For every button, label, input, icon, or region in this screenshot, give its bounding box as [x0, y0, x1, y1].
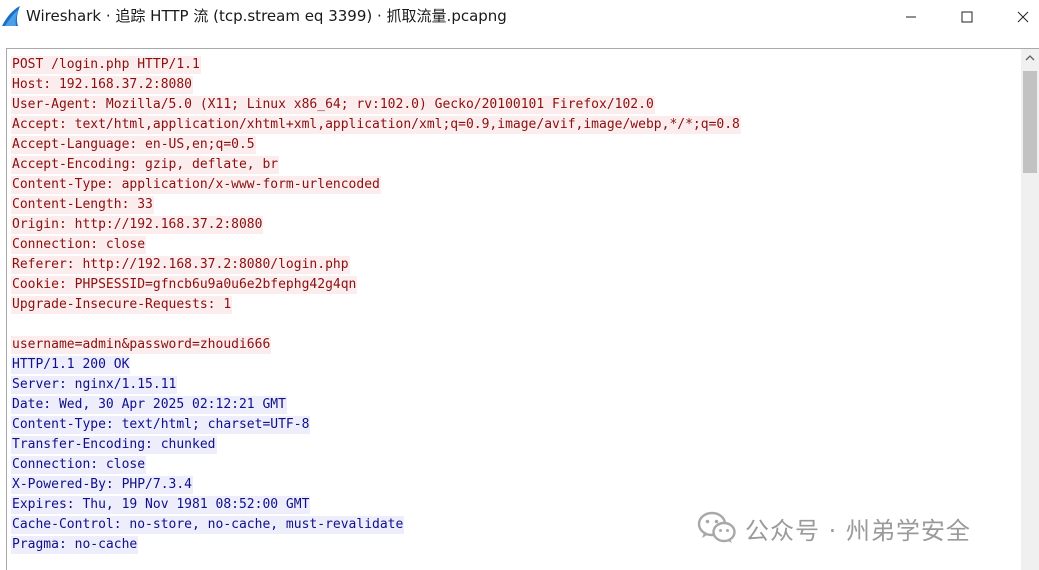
request-header-line: Content-Type: application/x-www-form-url…: [11, 176, 381, 194]
vertical-scrollbar[interactable]: [1021, 49, 1039, 570]
request-header-line: Content-Length: 33: [11, 196, 154, 214]
stream-text-area[interactable]: POST /login.php HTTP/1.1 Host: 192.168.3…: [6, 48, 1039, 570]
request-header-line: Connection: close: [11, 236, 147, 254]
title-bar: Wireshark · 追踪 HTTP 流 (tcp.stream eq 339…: [0, 0, 1039, 34]
close-button[interactable]: [1000, 0, 1039, 34]
request-header-line: Upgrade-Insecure-Requests: 1: [11, 296, 233, 314]
request-header-line: Host: 192.168.37.2:8080: [11, 76, 194, 94]
minimize-button[interactable]: [888, 0, 934, 34]
request-header-line: Cookie: PHPSESSID=gfncb6u9a0u6e2bfephg42…: [11, 276, 358, 294]
stream-content: POST /login.php HTTP/1.1 Host: 192.168.3…: [11, 55, 1021, 555]
response-header-line: Server: nginx/1.15.11: [11, 376, 178, 394]
minimize-icon: [906, 16, 916, 18]
response-header-line: Date: Wed, 30 Apr 2025 02:12:21 GMT: [11, 396, 287, 414]
response-header-line: Transfer-Encoding: chunked: [11, 436, 217, 454]
request-header-line: Accept-Encoding: gzip, deflate, br: [11, 156, 280, 174]
window-title: Wireshark · 追踪 HTTP 流 (tcp.stream eq 339…: [26, 7, 507, 25]
request-blank-line: [11, 315, 1021, 335]
request-header-line: Origin: http://192.168.37.2:8080: [11, 216, 264, 234]
request-header-line: Accept: text/html,application/xhtml+xml,…: [11, 116, 741, 134]
response-header-line: HTTP/1.1 200 OK: [11, 356, 131, 374]
watermark-text: 公众号 · 州弟学安全: [745, 516, 971, 545]
wechat-icon: [697, 511, 736, 543]
request-header-line: Accept-Language: en-US,en;q=0.5: [11, 136, 256, 154]
response-header-line: Content-Type: text/html; charset=UTF-8: [11, 416, 311, 434]
request-header-line: POST /login.php HTTP/1.1: [11, 56, 201, 74]
maximize-button[interactable]: [944, 0, 990, 34]
request-header-line: User-Agent: Mozilla/5.0 (X11; Linux x86_…: [11, 96, 655, 114]
wireshark-fin-icon: [2, 6, 20, 26]
watermark: 公众号 · 州弟学安全: [697, 508, 1017, 548]
request-header-line: Referer: http://192.168.37.2:8080/login.…: [11, 256, 350, 274]
maximize-icon: [961, 11, 973, 23]
chevron-up-icon: [1025, 55, 1035, 61]
close-icon: [1017, 11, 1029, 23]
client-request: POST /login.php HTTP/1.1 Host: 192.168.3…: [11, 55, 1021, 355]
response-header-line: Connection: close: [11, 456, 147, 474]
response-header-line: X-Powered-By: PHP/7.3.4: [11, 476, 194, 494]
scroll-up-button[interactable]: [1021, 49, 1039, 67]
request-body-line: username=admin&password=zhoudi666: [11, 336, 272, 354]
wireshark-follow-stream-window: Wireshark · 追踪 HTTP 流 (tcp.stream eq 339…: [0, 0, 1039, 570]
scroll-thumb[interactable]: [1023, 71, 1037, 173]
